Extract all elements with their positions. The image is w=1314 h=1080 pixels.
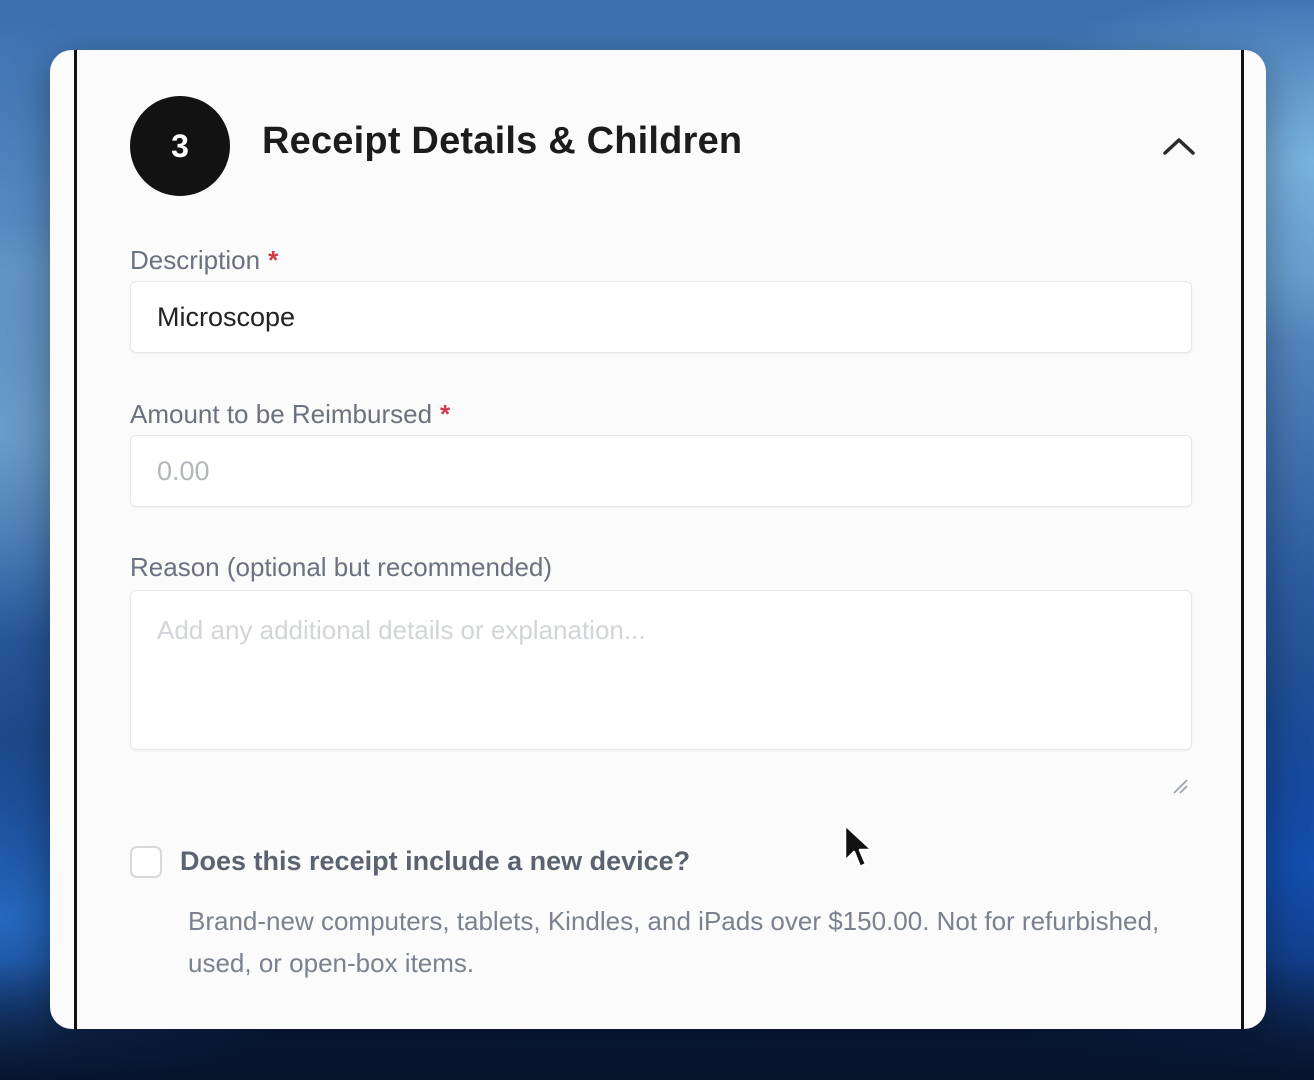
new-device-checkbox[interactable] bbox=[130, 846, 162, 878]
reason-textarea[interactable] bbox=[130, 590, 1192, 750]
description-label-text: Description bbox=[130, 245, 261, 275]
chevron-up-icon bbox=[1163, 138, 1195, 155]
description-label: Description * bbox=[130, 245, 278, 276]
new-device-help-text: Brand-new computers, tablets, Kindles, a… bbox=[188, 906, 1160, 978]
description-input[interactable] bbox=[130, 281, 1192, 353]
mouse-pointer-icon bbox=[843, 823, 874, 869]
receipt-details-section: 3 Receipt Details & Children Description… bbox=[74, 50, 1244, 1029]
section-title: Receipt Details & Children bbox=[262, 120, 743, 162]
step-number-badge: 3 bbox=[130, 96, 230, 196]
required-marker: * bbox=[440, 399, 451, 429]
collapse-section-button[interactable] bbox=[1157, 126, 1201, 166]
app-window: 3 Receipt Details & Children Description… bbox=[50, 50, 1266, 1029]
required-marker: * bbox=[268, 245, 279, 275]
reason-label: Reason (optional but recommended) bbox=[130, 552, 553, 582]
amount-label: Amount to be Reimbursed * bbox=[130, 399, 450, 430]
resize-grip-icon[interactable] bbox=[1172, 778, 1188, 794]
new-device-checkbox-label[interactable]: Does this receipt include a new device? bbox=[180, 846, 690, 877]
amount-input[interactable] bbox=[130, 435, 1192, 507]
amount-label-text: Amount to be Reimbursed bbox=[130, 399, 433, 429]
